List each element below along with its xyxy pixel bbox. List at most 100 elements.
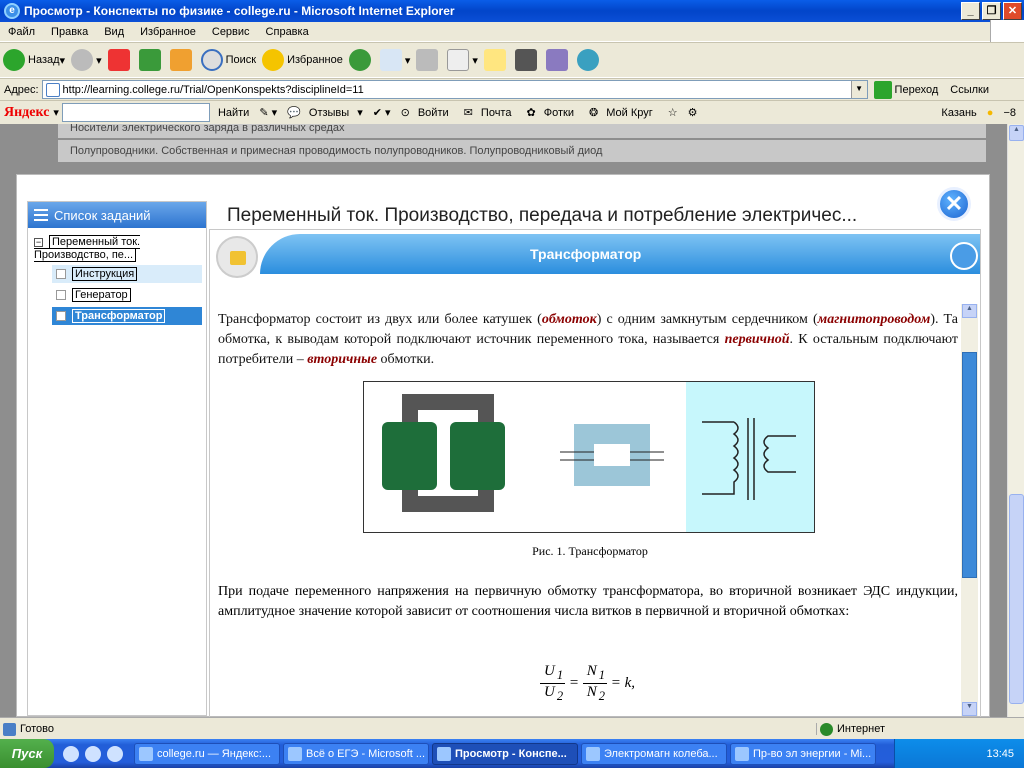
page-viewport: Носители электрического заряда в различн…: [0, 124, 1024, 717]
status-bar: Готово Интернет: [0, 717, 1024, 739]
checkbox-icon: [56, 269, 66, 279]
content-scrollbar[interactable]: ▲ ▼: [961, 304, 978, 716]
edit-button[interactable]: ▾: [447, 49, 478, 71]
word-icon: [447, 49, 470, 71]
window-title: Просмотр - Конспекты по физике - college…: [24, 4, 455, 18]
equals-sign: =: [568, 674, 579, 691]
go-button[interactable]: Переход: [873, 80, 938, 99]
scroll-up-button[interactable]: ▲: [1009, 125, 1024, 141]
spellcheck-icon[interactable]: ✔ ▾: [373, 106, 391, 119]
lesson-modal: Список заданий − Переменный ток. Производ…: [16, 174, 990, 717]
favorites-button[interactable]: Избранное: [262, 49, 343, 71]
history-button[interactable]: [348, 49, 374, 71]
yandex-reviews[interactable]: 💬 Отзывы ▾: [287, 106, 363, 119]
links-button[interactable]: Ссылки: [950, 84, 989, 96]
yandex-mail[interactable]: ✉ Почта: [464, 106, 517, 119]
back-button[interactable]: Назад ▾: [3, 49, 65, 71]
note-icon: [483, 49, 506, 71]
menu-tools[interactable]: Сервис: [204, 26, 258, 38]
notes-button[interactable]: [216, 236, 258, 278]
menu-help[interactable]: Справка: [258, 26, 317, 38]
address-dropdown[interactable]: ▼: [850, 81, 867, 98]
content-scroll-up[interactable]: ▲: [962, 304, 977, 318]
term-core: магнитопроводом: [817, 312, 931, 327]
bookmarks-icon[interactable]: ☆: [668, 106, 678, 119]
forward-button[interactable]: ▾: [71, 49, 102, 71]
menu-file[interactable]: Файл: [0, 26, 43, 38]
messenger-icon: [576, 49, 599, 71]
tree-item-instruction[interactable]: Инструкция: [52, 265, 202, 283]
menu-favorites[interactable]: Избранное: [132, 26, 204, 38]
yandex-menu-arrow[interactable]: ▾: [53, 106, 59, 119]
menu-edit[interactable]: Правка: [43, 26, 96, 38]
task-button[interactable]: Электромагн колеба...: [581, 742, 727, 765]
ie-icon[interactable]: [85, 745, 101, 762]
minimize-button[interactable]: _: [961, 2, 980, 20]
zone-text: Интернет: [816, 722, 1024, 736]
task-button[interactable]: Пр-во эл энергии - Mi...: [730, 742, 876, 765]
tree-root[interactable]: − Переменный ток. Производство, пе...: [28, 228, 206, 262]
section-title: Трансформатор: [530, 246, 642, 262]
search-button[interactable]: Поиск: [200, 49, 256, 71]
content-scroll-thumb[interactable]: [962, 352, 977, 578]
stop-button[interactable]: [107, 49, 133, 71]
weather-city: Казань: [941, 106, 977, 119]
menu-view[interactable]: Вид: [96, 26, 132, 38]
checkbox-icon: [56, 290, 66, 300]
task-button-active[interactable]: Просмотр - Конспе...: [432, 742, 578, 765]
messenger-button[interactable]: [576, 49, 602, 71]
media-icon[interactable]: [107, 745, 123, 762]
print-button[interactable]: [416, 49, 441, 71]
yandex-login[interactable]: ⊙ Войти: [401, 106, 454, 119]
close-window-button[interactable]: ✕: [1003, 2, 1022, 20]
go-arrow-icon: [873, 80, 892, 99]
refresh-button[interactable]: [138, 49, 164, 71]
tree-item-generator[interactable]: Генератор: [52, 286, 202, 304]
section-banner: Трансформатор: [210, 230, 980, 282]
yandex-logo[interactable]: Яндекс: [4, 105, 49, 121]
address-bar: Адрес: http://learning.college.ru/Trial/…: [0, 78, 1024, 100]
k-button[interactable]: [514, 49, 540, 71]
yandex-photos[interactable]: ✿ Фотки: [526, 106, 579, 119]
list-icon: [34, 209, 48, 221]
research-button[interactable]: [545, 49, 571, 71]
printer-icon: [416, 49, 439, 71]
settings-icon[interactable]: ⚙: [688, 106, 698, 119]
address-field[interactable]: http://learning.college.ru/Trial/OpenKon…: [41, 80, 868, 99]
lesson-content: Трансформатор Трансформатор состоит из д…: [209, 229, 981, 717]
stop-icon: [107, 49, 130, 71]
close-modal-button[interactable]: ✕: [937, 187, 971, 221]
yandex-circle[interactable]: ❂ Мой Круг: [589, 106, 658, 119]
start-button[interactable]: Пуск: [0, 739, 54, 768]
window-titlebar: e Просмотр - Конспекты по физике - colle…: [0, 0, 1024, 22]
address-url: http://learning.college.ru/Trial/OpenKon…: [62, 83, 364, 96]
tree-item-transformer[interactable]: Трансформатор: [52, 307, 202, 325]
task-button[interactable]: Всё о ЕГЭ - Microsoft ...: [283, 742, 429, 765]
figure-caption: Рис. 1. Трансформатор: [532, 544, 648, 558]
highlight-icon[interactable]: ✎ ▾: [259, 106, 277, 119]
messenger-icon[interactable]: [63, 745, 79, 762]
scroll-thumb[interactable]: [1009, 494, 1024, 704]
search-icon: [200, 49, 223, 71]
turns-fraction: N1N2: [582, 663, 607, 704]
ie-icon: e: [4, 3, 20, 19]
grid-view-button[interactable]: [950, 242, 978, 270]
page-scrollbar[interactable]: ▲: [1007, 124, 1024, 717]
yandex-search-input[interactable]: [61, 103, 210, 122]
n1-subscript: 1: [598, 668, 605, 682]
transformer-illustration: [382, 382, 814, 532]
discuss-button[interactable]: [483, 49, 509, 71]
home-button[interactable]: [169, 49, 195, 71]
k-icon: [514, 49, 537, 71]
weather-sun-icon: ●: [986, 106, 994, 119]
term-windings: обмоток: [541, 312, 597, 327]
back-arrow-icon: [3, 49, 25, 71]
yandex-find-button[interactable]: Найти: [218, 107, 249, 119]
task-button[interactable]: college.ru — Яндекс:...: [134, 742, 280, 765]
mail-button[interactable]: ▾: [379, 49, 410, 71]
star-icon: [262, 49, 285, 71]
maximize-button[interactable]: ❐: [982, 2, 1001, 20]
content-scroll-down[interactable]: ▼: [962, 702, 977, 716]
collapse-icon[interactable]: −: [34, 237, 43, 247]
u2-subscript: 2: [556, 689, 564, 703]
